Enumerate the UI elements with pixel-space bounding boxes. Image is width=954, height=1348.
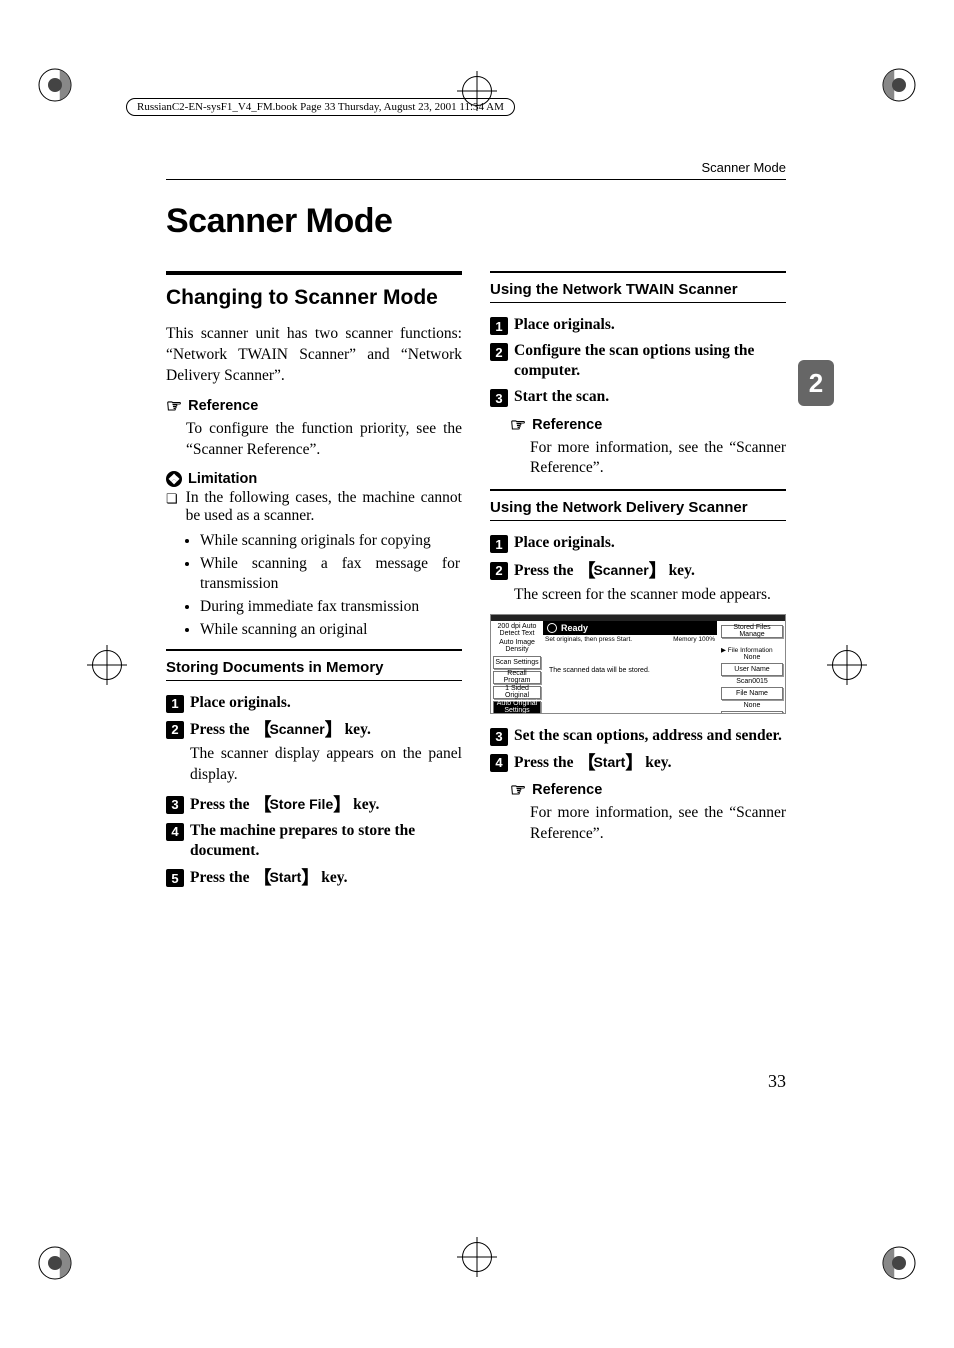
ready-dot-icon — [547, 623, 557, 633]
step-4: 4 The machine prepares to store the docu… — [166, 821, 462, 861]
subsection-storing: Storing Documents in Memory — [166, 649, 462, 681]
step-text: Press the 【Start】 key. — [514, 752, 672, 773]
panel-button: Recall Program — [493, 671, 541, 684]
step-2: 2 Press the 【Scanner】 key. — [166, 719, 462, 740]
scanner-panel-screenshot: Ready Set originals, then press Start.Me… — [490, 614, 786, 714]
step-5: 5 Press the 【Start】 key. — [166, 867, 462, 888]
registration-target-icon — [462, 1242, 492, 1272]
step-number-icon: 3 — [166, 796, 184, 814]
reference-heading: ☞ Reference — [510, 416, 786, 434]
step-text: Press the 【Start】 key. — [190, 867, 348, 888]
step-1: 1 Place originals. — [490, 533, 786, 553]
intro-paragraph: This scanner unit has two scanner functi… — [166, 324, 462, 387]
reference-label: Reference — [532, 782, 602, 798]
page-number: 33 — [768, 1071, 786, 1092]
list-item: While scanning a fax message for transmi… — [200, 554, 462, 594]
reference-body: For more information, see the “Scanner R… — [530, 438, 786, 480]
print-meta-line: RussianC2-EN-sysF1_V4_FM.book Page 33 Th… — [126, 98, 515, 116]
limitation-icon: ❖ — [166, 471, 182, 487]
left-column: Changing to Scanner Mode This scanner un… — [166, 271, 462, 892]
limitation-label: Limitation — [188, 471, 257, 487]
step-number-icon: 1 — [490, 317, 508, 335]
registration-target-icon — [832, 650, 862, 680]
step-1: 1 Place originals. — [490, 315, 786, 335]
section-changing-mode: Changing to Scanner Mode — [166, 271, 462, 310]
limitation-heading: ❖ Limitation — [166, 471, 462, 487]
step-text: Place originals. — [514, 315, 615, 335]
panel-button: File Name — [721, 687, 783, 700]
limitation-bullets: While scanning originals for copying Whi… — [200, 531, 462, 641]
crop-mark-icon — [878, 1242, 920, 1284]
step-text: Press the 【Scanner】 key. — [514, 560, 695, 581]
step-2: 2 Press the 【Scanner】 key. — [490, 560, 786, 581]
panel-button: Stored Files Manage — [721, 625, 783, 638]
step-text: Place originals. — [514, 533, 615, 553]
registration-target-icon — [92, 650, 122, 680]
step-number-icon: 2 — [490, 343, 508, 361]
right-column: Using the Network TWAIN Scanner 1 Place o… — [490, 271, 786, 892]
step-2: 2 Configure the scan options using the co… — [490, 341, 786, 381]
reference-heading: ☞ Reference — [510, 781, 786, 799]
crop-mark-icon — [34, 64, 76, 106]
step-3: 3 Start the scan. — [490, 387, 786, 407]
step-number-icon: 3 — [490, 389, 508, 407]
reference-icon: ☞ — [510, 781, 526, 799]
limitation-intro: In the following cases, the machine cann… — [186, 489, 462, 525]
page-title: Scanner Mode — [166, 202, 786, 241]
running-head: Scanner Mode — [166, 160, 786, 180]
list-item: While scanning an original — [200, 620, 462, 640]
page-body: Scanner Mode 2 Scanner Mode Changing to … — [166, 160, 786, 892]
step-number-icon: 1 — [490, 535, 508, 553]
reference-body: For more information, see the “Scanner R… — [530, 803, 786, 845]
panel-button: Scan Settings — [493, 656, 541, 669]
reference-icon: ☞ — [166, 397, 182, 415]
step-text: Set the scan options, address and sender… — [514, 726, 782, 746]
step-3: 3 Press the 【Store File】 key. — [166, 794, 462, 815]
reference-label: Reference — [532, 417, 602, 433]
subsection-twain: Using the Network TWAIN Scanner — [490, 271, 786, 303]
panel-button: 1 Sided Original — [493, 686, 541, 699]
crop-mark-icon — [878, 64, 920, 106]
panel-button: User Name — [721, 663, 783, 676]
step-number-icon: 2 — [166, 721, 184, 739]
step-number-icon: 4 — [166, 823, 184, 841]
step-number-icon: 1 — [166, 695, 184, 713]
list-item: During immediate fax transmission — [200, 597, 462, 617]
step-text: The machine prepares to store the docume… — [190, 821, 462, 861]
step-body: The scanner display appears on the panel… — [190, 744, 462, 786]
step-text: Configure the scan options using the com… — [514, 341, 786, 381]
step-text: Place originals. — [190, 693, 291, 713]
panel-mid-text: The scanned data will be stored. — [549, 667, 650, 674]
chapter-tab: 2 — [798, 360, 834, 406]
reference-icon: ☞ — [510, 416, 526, 434]
reference-heading: ☞ Reference — [166, 397, 462, 415]
step-text: Start the scan. — [514, 387, 609, 407]
list-item: While scanning originals for copying — [200, 531, 462, 551]
reference-label: Reference — [188, 398, 258, 414]
limitation-list: ❏In the following cases, the machine can… — [166, 489, 462, 525]
panel-button: Password — [721, 711, 783, 714]
step-number-icon: 2 — [490, 562, 508, 580]
panel-button: Auto Original Settings — [493, 701, 541, 714]
subsection-delivery: Using the Network Delivery Scanner — [490, 489, 786, 521]
step-body: The screen for the scanner mode appears. — [514, 585, 786, 606]
step-text: Press the 【Store File】 key. — [190, 794, 379, 815]
step-4: 4 Press the 【Start】 key. — [490, 752, 786, 773]
reference-body: To configure the function priority, see … — [186, 419, 462, 461]
square-bullet-icon: ❏ — [166, 489, 178, 525]
step-number-icon: 5 — [166, 869, 184, 887]
step-number-icon: 3 — [490, 728, 508, 746]
step-text: Press the 【Scanner】 key. — [190, 719, 371, 740]
crop-mark-icon — [34, 1242, 76, 1284]
step-1: 1 Place originals. — [166, 693, 462, 713]
step-3: 3 Set the scan options, address and sende… — [490, 726, 786, 746]
step-number-icon: 4 — [490, 754, 508, 772]
